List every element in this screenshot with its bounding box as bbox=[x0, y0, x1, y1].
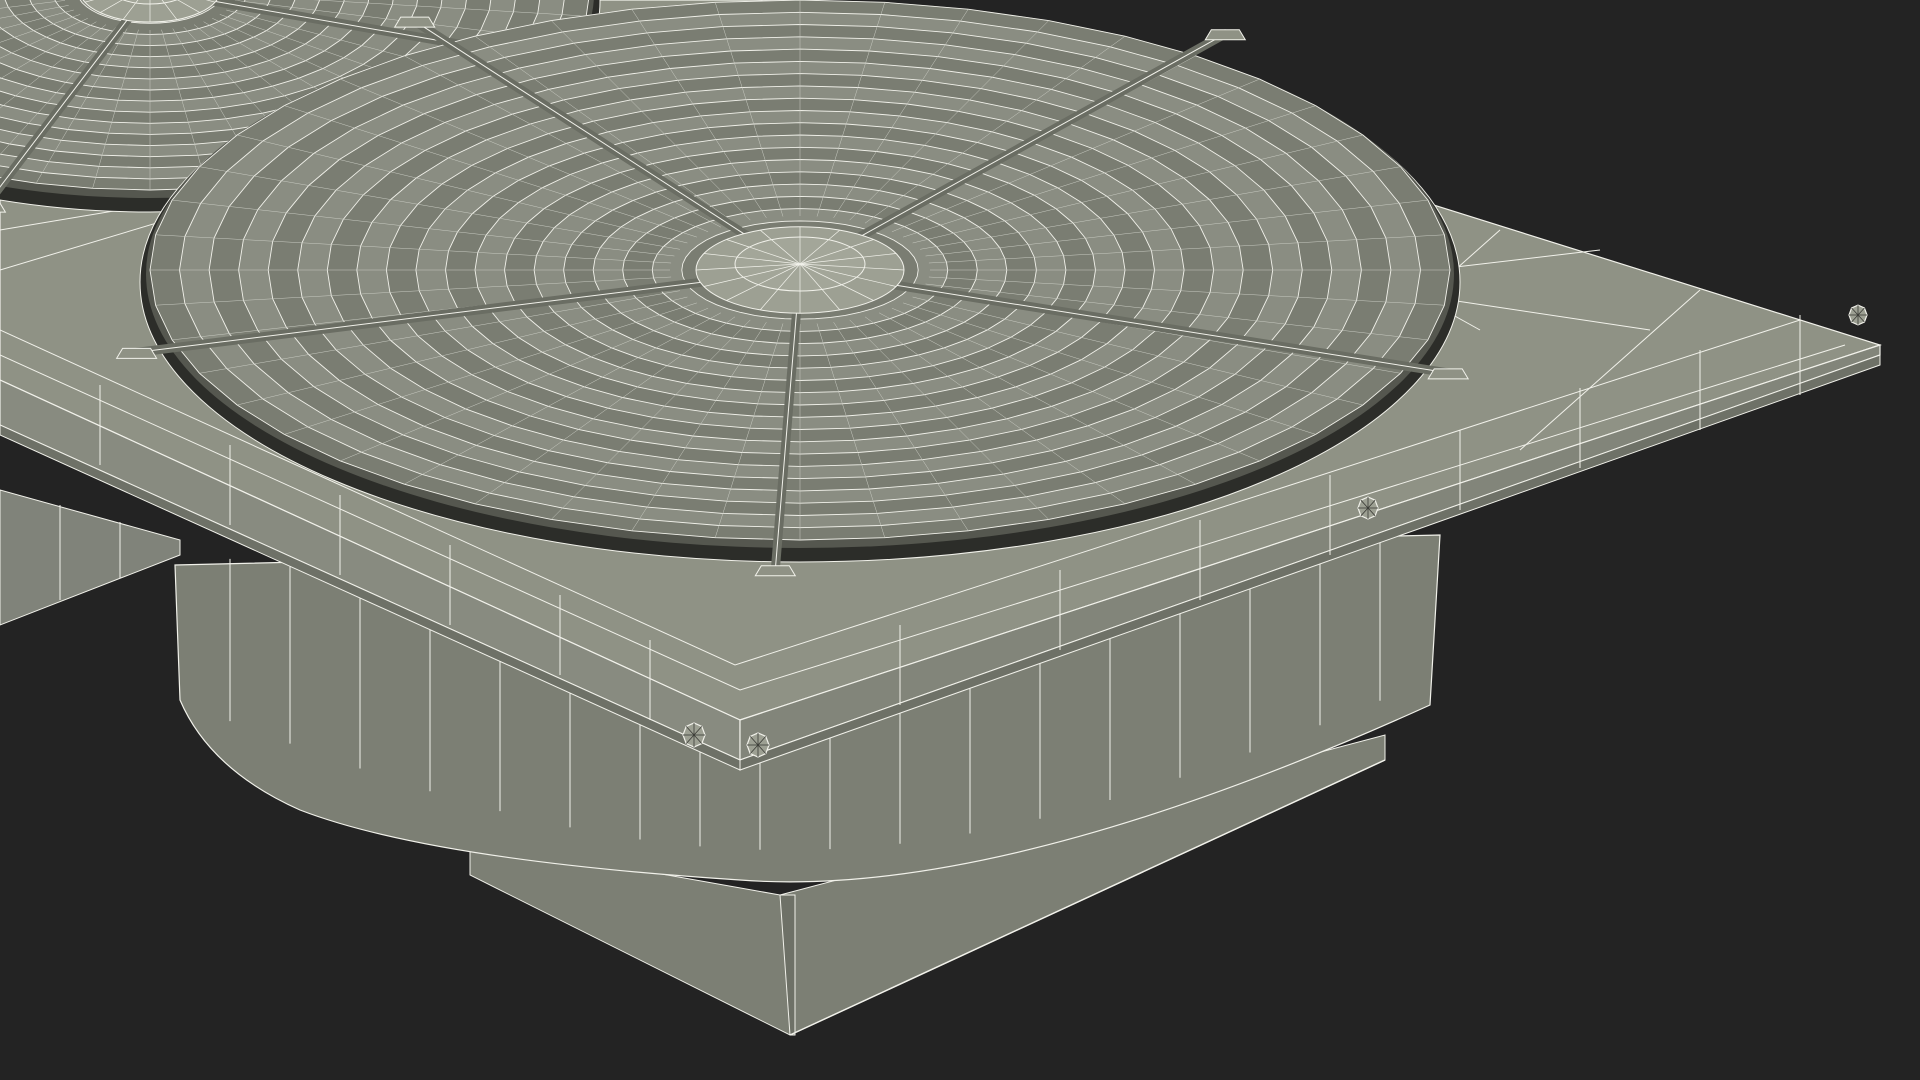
bolt-icon bbox=[682, 722, 706, 748]
bolt-icon bbox=[1357, 496, 1379, 520]
bolt-icon bbox=[746, 732, 770, 758]
bolt-icon bbox=[1848, 304, 1868, 326]
render-viewport bbox=[0, 0, 1920, 1080]
